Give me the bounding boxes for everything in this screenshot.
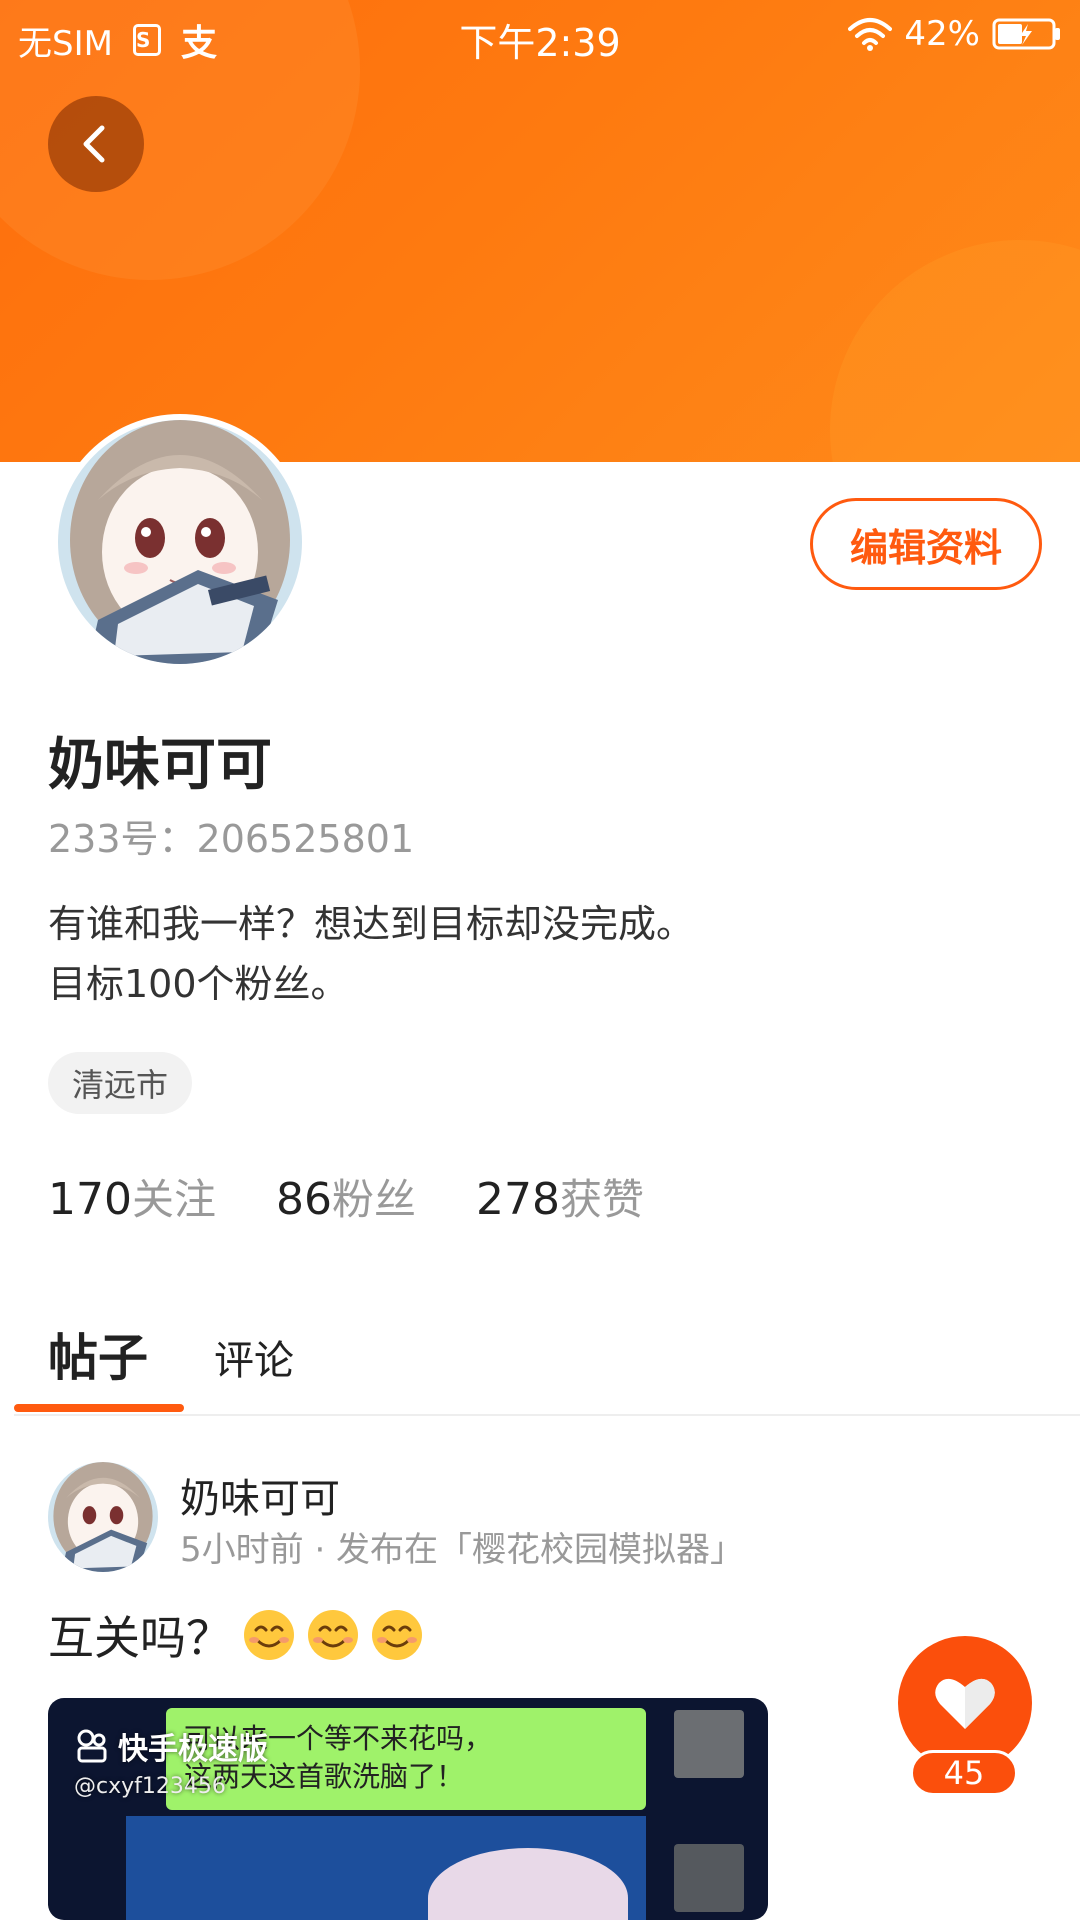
profile-id: 233号：206525801: [48, 817, 415, 861]
video-chat-avatar: [674, 1844, 744, 1912]
heart-icon: [935, 1678, 995, 1729]
bio-line: 目标100个粉丝。: [48, 962, 349, 1006]
stat-followers[interactable]: 86 粉丝: [276, 1166, 416, 1227]
active-tab-indicator: [14, 1404, 184, 1412]
tab-comments[interactable]: 评论: [214, 1328, 294, 1386]
video-chat-avatar: [674, 1710, 744, 1778]
post-text: 互关吗？: [48, 1611, 232, 1665]
stat-label: 获赞: [560, 1175, 645, 1224]
stat-label: 关注: [131, 1175, 216, 1224]
like-count: 45: [910, 1750, 1018, 1796]
smile-emoji-icon: [244, 1610, 294, 1660]
avatar[interactable]: [52, 414, 308, 670]
battery-percent: 42%: [904, 14, 980, 54]
watermark-label: 快手极速版: [118, 1732, 268, 1767]
post-author-name[interactable]: 奶味可可: [180, 1466, 340, 1524]
profile-name: 奶味可可: [48, 733, 272, 798]
post-video-thumbnail[interactable]: 可以来一个等不来花吗， 这两天这首歌洗脑了！ 快手极速版 @cxyf123456: [48, 1698, 768, 1920]
header-decoration: [830, 240, 1080, 462]
status-bar: 无SIM S 支 下午2:39 42%: [0, 0, 1080, 72]
edit-profile-button[interactable]: 编辑资料: [810, 498, 1042, 590]
stat-label: 粉丝: [332, 1175, 417, 1224]
stat-likes[interactable]: 278 获赞: [476, 1166, 644, 1227]
post-meta: 5小时前 · 发布在「樱花校园模拟器」: [180, 1530, 745, 1570]
content-tabs: 帖子 评论: [0, 1302, 1080, 1414]
kuaishou-icon: [77, 1729, 107, 1763]
smile-emoji-icon: [308, 1610, 358, 1660]
smile-emoji-icon: [372, 1610, 422, 1660]
stat-following[interactable]: 170 关注: [48, 1166, 216, 1227]
stat-value: 170: [48, 1174, 132, 1225]
video-watermark: 快手极速版: [74, 1724, 268, 1768]
battery-icon: [992, 17, 1062, 51]
video-user-id: @cxyf123456: [74, 1774, 226, 1799]
back-button[interactable]: [48, 96, 144, 192]
bio-line: 有谁和我一样？想达到目标却没完成。: [48, 902, 695, 946]
profile-bio: 有谁和我一样？想达到目标却没完成。 目标100个粉丝。: [48, 894, 694, 1014]
post-content: 互关吗？: [48, 1602, 424, 1668]
stat-value: 278: [476, 1174, 560, 1225]
stat-value: 86: [276, 1174, 332, 1225]
wifi-icon: [848, 17, 893, 51]
chevron-left-icon: [83, 125, 105, 163]
post-author-avatar[interactable]: [48, 1462, 158, 1572]
divider: [14, 1414, 1080, 1416]
tab-posts[interactable]: 帖子: [48, 1318, 148, 1390]
location-tag: 清远市: [48, 1052, 193, 1114]
profile-header-banner: 无SIM S 支 下午2:39 42%: [0, 0, 1080, 462]
profile-page: 无SIM S 支 下午2:39 42% 编辑资料 奶味可可 233号：20652…: [0, 0, 1080, 1920]
profile-stats: 170 关注 86 粉丝 278 获赞: [48, 1166, 644, 1227]
